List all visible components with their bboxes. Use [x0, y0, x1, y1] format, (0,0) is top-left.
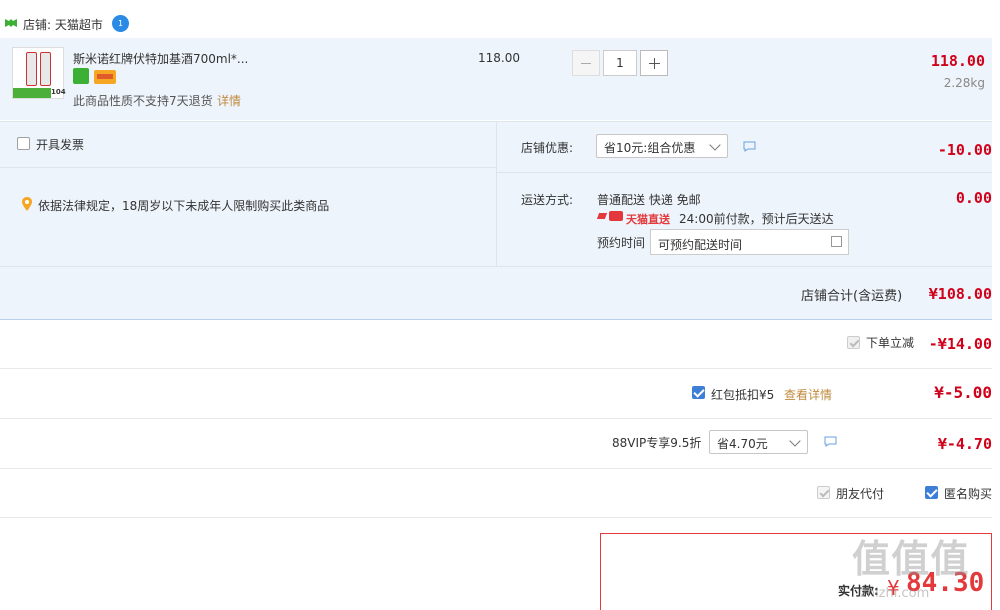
item-thumbnail[interactable]: 104: [12, 47, 66, 99]
vip-select[interactable]: 省4.70元: [709, 430, 808, 454]
invoice-checkbox[interactable]: [17, 137, 30, 150]
item-total: 118.00: [930, 52, 985, 70]
red-packet-detail-link[interactable]: 查看详情: [784, 386, 832, 403]
vip-info-icon[interactable]: [824, 436, 837, 447]
red-packet-checkbox[interactable]: [692, 386, 705, 399]
tmall-cat-icon: [609, 211, 623, 221]
vip-amount: ¥-4.70: [937, 435, 992, 453]
delivery-eta: 24:00前付款，预计后天送达: [679, 212, 834, 226]
shop-total-label: 店铺合计(含运费): [801, 289, 903, 304]
watermark-logo: 值 值 值: [852, 537, 968, 581]
divider: [0, 468, 992, 469]
anonymous-checkbox[interactable]: [925, 486, 938, 499]
divider: [0, 517, 992, 518]
divider: [496, 172, 992, 173]
tmall-shop-icon: [4, 16, 18, 30]
shipping-amount: 0.00: [955, 189, 992, 207]
red-packet-label: 红包抵扣¥5: [711, 388, 775, 402]
divider: [0, 368, 992, 369]
qty-decrease-button[interactable]: [572, 50, 600, 76]
discount-amount: -10.00: [937, 141, 992, 159]
divider: [0, 167, 496, 168]
anonymous-label[interactable]: 匿名购买: [944, 485, 992, 502]
instant-off-label: 下单立减: [866, 336, 915, 350]
return-note: 此商品性质不支持7天退货: [73, 94, 213, 108]
discount-select[interactable]: 省10元:组合优惠: [596, 134, 728, 158]
friend-pay-label[interactable]: 朋友代付: [836, 485, 884, 502]
qty-increase-button[interactable]: [640, 50, 668, 76]
friend-pay-checkbox[interactable]: [817, 486, 830, 499]
invoice-label[interactable]: 开具发票: [36, 136, 84, 153]
shop-name[interactable]: 店铺: 天猫超市: [23, 16, 103, 33]
watermark-url: zhizhi.com: [860, 586, 930, 601]
discount-info-icon[interactable]: [743, 141, 756, 152]
instant-off-amount: -¥14.00: [928, 335, 992, 353]
appointment-label: 预约时间: [597, 236, 646, 250]
unit-price: 118.00: [478, 51, 520, 65]
qty-input[interactable]: 1: [603, 50, 637, 76]
divider: [0, 418, 992, 419]
item-title[interactable]: 斯米诺红牌伏特加基酒700ml*...: [73, 50, 248, 67]
shipping-method: 普通配送 快递 免邮: [597, 193, 701, 207]
location-pin-icon: [22, 197, 32, 211]
vip-label: 88VIP专享9.5折: [612, 436, 702, 450]
calendar-icon: [831, 236, 842, 247]
shipping-label: 运送方式:: [521, 193, 574, 207]
card-badge-icon: [94, 70, 116, 84]
tmall-direct-tag: 天猫直送: [626, 213, 670, 226]
shop-chat-icon[interactable]: 1: [112, 15, 129, 32]
shop-total-amount: ¥108.00: [928, 285, 992, 303]
item-weight: 2.28kg: [943, 76, 985, 90]
discount-label: 店铺优惠:: [521, 141, 574, 155]
legal-notice: 依据法律规定，18周岁以下未成年人限制购买此类商品: [38, 199, 330, 213]
instant-off-checkbox[interactable]: [847, 336, 860, 349]
red-packet-amount: ¥-5.00: [934, 383, 992, 402]
divider: [496, 121, 497, 266]
detail-link[interactable]: 详情: [217, 92, 241, 109]
appointment-time-input[interactable]: 可预约配送时间: [650, 229, 849, 255]
service-badge-icon: [73, 68, 89, 84]
